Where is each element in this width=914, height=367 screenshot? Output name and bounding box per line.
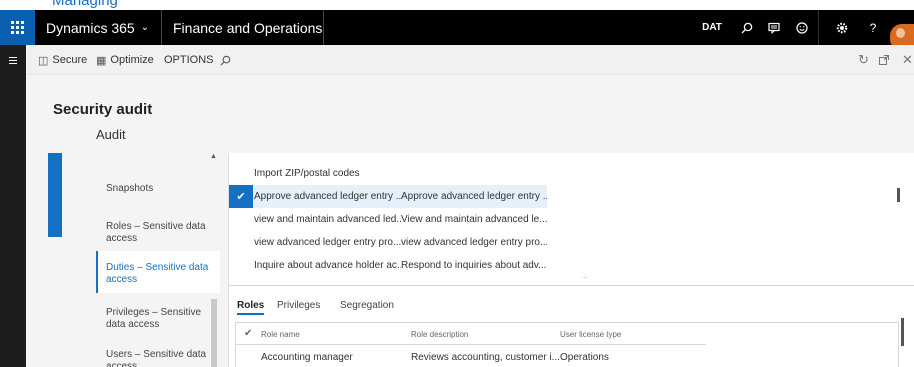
selection-indicator [48, 153, 62, 237]
page-title: Security audit [53, 101, 153, 118]
duty-name-cell: Import ZIP/postal codes [254, 168, 360, 179]
nav-item-users-sensitive[interactable]: Users – Sensitive data access [96, 349, 220, 367]
app-switcher[interactable]: Dynamics 365 ⌄ [46, 10, 149, 45]
tab-strip: Roles Privileges Segregation [229, 293, 914, 317]
table-row[interactable]: view and maintain advanced led... View a… [229, 208, 547, 231]
module-name: Finance and Operations [173, 19, 323, 36]
secure-label: Secure [52, 54, 88, 66]
waffle-icon [11, 21, 24, 34]
checkmark-icon[interactable]: ✔ [229, 185, 253, 208]
partial-heading: Managing [52, 0, 118, 9]
nav-item-roles-sensitive[interactable]: Roles – Sensitive data access [96, 221, 220, 245]
nav-scroll-thumb[interactable] [211, 299, 217, 367]
left-rail [0, 75, 26, 367]
select-all-checkmark-icon[interactable]: ✔ [244, 328, 252, 339]
search-icon[interactable] [220, 45, 231, 75]
column-header-role-description[interactable]: Role description [411, 330, 468, 339]
feedback-icon[interactable] [761, 10, 787, 45]
optimize-button[interactable]: ▦ Optimize [96, 45, 154, 75]
duty-name-cell: view and maintain advanced led... [254, 214, 401, 225]
chevron-down-icon: ⌄ [140, 22, 150, 33]
nav-divider [323, 10, 324, 45]
scroll-up-icon[interactable]: ▲ [210, 153, 217, 160]
details-panel: Import ZIP/postal codes ✔ Approve advanc… [228, 153, 914, 367]
tab-privileges[interactable]: Privileges [277, 293, 320, 317]
column-header-role-name[interactable]: Role name [261, 330, 300, 339]
nav-scrollbar[interactable]: ▲ [208, 153, 220, 367]
roles-scroll-thumb[interactable] [901, 318, 904, 346]
license-type-cell: Operations [560, 352, 609, 363]
nav-divider [161, 10, 162, 45]
gear-icon[interactable] [829, 10, 855, 45]
top-strip: Managing [0, 0, 914, 10]
secure-icon: ◫ [38, 54, 49, 67]
navigation-bar: Dynamics 365 ⌄ Finance and Operations DA… [0, 10, 914, 51]
roles-grid: ✔ Role name Role description User licens… [235, 322, 899, 367]
company-picker[interactable]: DAT [700, 10, 724, 45]
duty-description-cell: Approve advanced ledger entry ... [401, 191, 547, 202]
duty-name-cell: Inquire about advance holder ac... [254, 260, 401, 271]
page-content: Security audit Audit Snapshots Roles – S… [26, 75, 914, 367]
search-icon[interactable] [734, 10, 760, 45]
refresh-icon[interactable]: ↻ [858, 45, 869, 75]
open-in-new-window-icon[interactable] [879, 45, 889, 75]
nav-item-duties-sensitive[interactable]: Duties – Sensitive data access [96, 251, 220, 293]
optimize-icon: ▦ [96, 54, 107, 67]
app-name: Dynamics 365 [46, 19, 135, 36]
menu-icon[interactable] [0, 45, 26, 75]
optimize-label: Optimize [110, 54, 154, 66]
role-description-cell: Reviews accounting, customer i... [411, 352, 560, 363]
tab-roles[interactable]: Roles [237, 293, 265, 317]
page-subtitle: Audit [96, 127, 126, 142]
audit-nav-list: Snapshots Roles – Sensitive data access … [96, 153, 220, 367]
table-row[interactable]: Import ZIP/postal codes [229, 162, 547, 185]
duty-description-cell: Respond to inquiries about adv... [401, 260, 547, 271]
help-icon[interactable]: ? [860, 10, 886, 45]
more-rows-indicator: ... [581, 271, 588, 280]
action-pane: ◫ Secure ▦ Optimize OPTIONS ↻ ✕ [0, 45, 914, 75]
secure-button[interactable]: ◫ Secure [38, 45, 87, 75]
column-header-license-type[interactable]: User license type [560, 330, 621, 339]
duties-grid: Import ZIP/postal codes ✔ Approve advanc… [229, 158, 914, 286]
table-row[interactable]: ✔ Approve advanced ledger entry ... Appr… [229, 185, 547, 208]
smiley-icon[interactable] [789, 10, 815, 45]
nav-divider [818, 10, 819, 45]
duty-description-cell: View and maintain advanced le... [401, 214, 547, 225]
app-launcher-button[interactable] [0, 10, 35, 45]
duty-name-cell: Approve advanced ledger entry ... [254, 191, 401, 202]
duty-name-cell: view advanced ledger entry pro... [254, 237, 401, 248]
options-button[interactable]: OPTIONS [164, 45, 214, 75]
close-icon[interactable]: ✕ [902, 45, 913, 75]
role-name-cell: Accounting manager [261, 352, 353, 363]
roles-grid-header: ✔ Role name Role description User licens… [236, 323, 706, 345]
nav-item-privileges-sensitive[interactable]: Privileges – Sensitive data access [96, 307, 220, 331]
tab-segregation[interactable]: Segregation [340, 293, 394, 317]
nav-item-snapshots[interactable]: Snapshots [96, 183, 220, 195]
duty-description-cell: view advanced ledger entry pro... [401, 237, 547, 248]
table-row[interactable]: Inquire about advance holder ac... Respo… [229, 254, 547, 277]
grid-scroll-thumb[interactable] [897, 188, 900, 202]
table-row[interactable]: view advanced ledger entry pro... view a… [229, 231, 547, 254]
